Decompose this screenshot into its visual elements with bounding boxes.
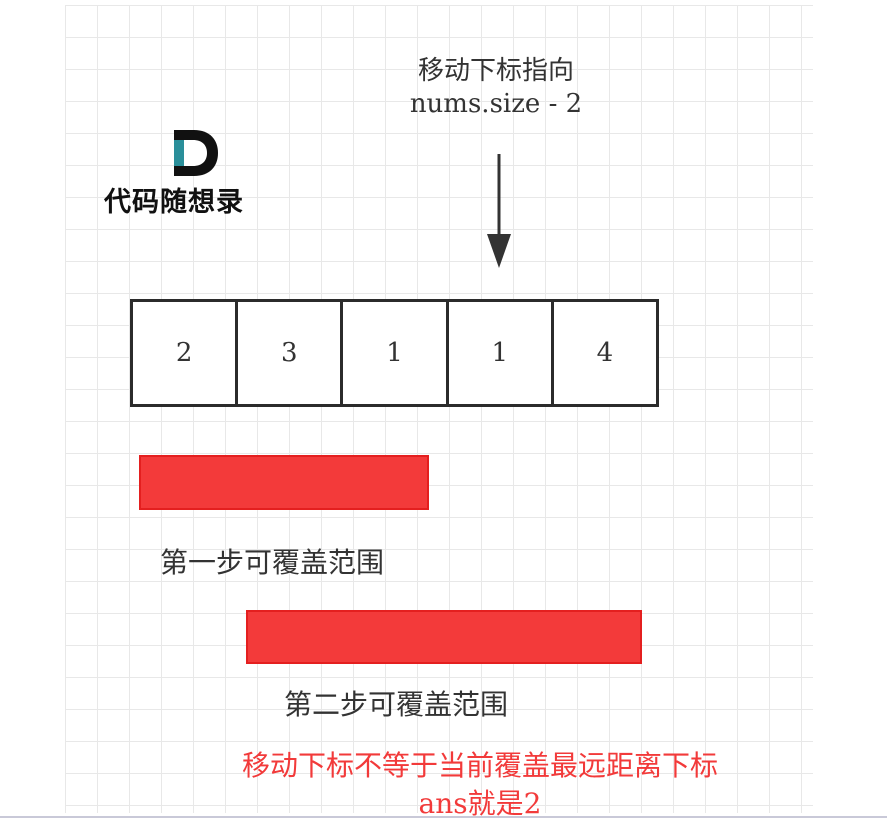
logo-text: 代码随想录 bbox=[104, 187, 244, 218]
array-cell: 3 bbox=[238, 302, 344, 404]
down-arrow-icon bbox=[487, 154, 511, 268]
conclusion-line-2: ans就是2 bbox=[418, 787, 542, 820]
array-cell: 2 bbox=[133, 302, 239, 404]
second-step-range-bar bbox=[246, 610, 642, 664]
first-step-range-bar bbox=[139, 455, 429, 510]
first-step-caption: 第一步可覆盖范围 bbox=[160, 546, 385, 579]
array-cell: 1 bbox=[343, 302, 449, 404]
array-box: 2 3 1 1 4 bbox=[130, 299, 659, 407]
second-step-caption: 第二步可覆盖范围 bbox=[284, 688, 509, 721]
pointer-title: 移动下标指向 bbox=[417, 56, 574, 86]
array-cell: 4 bbox=[596, 338, 614, 368]
logo: 代码随想录 bbox=[104, 124, 284, 224]
array-cell: 1 bbox=[449, 302, 554, 404]
logo-d-icon bbox=[174, 130, 218, 176]
conclusion-line-1: 移动下标不等于当前覆盖最远距离下标 bbox=[241, 749, 718, 782]
pointer-expression: nums.size - 2 bbox=[409, 89, 583, 119]
